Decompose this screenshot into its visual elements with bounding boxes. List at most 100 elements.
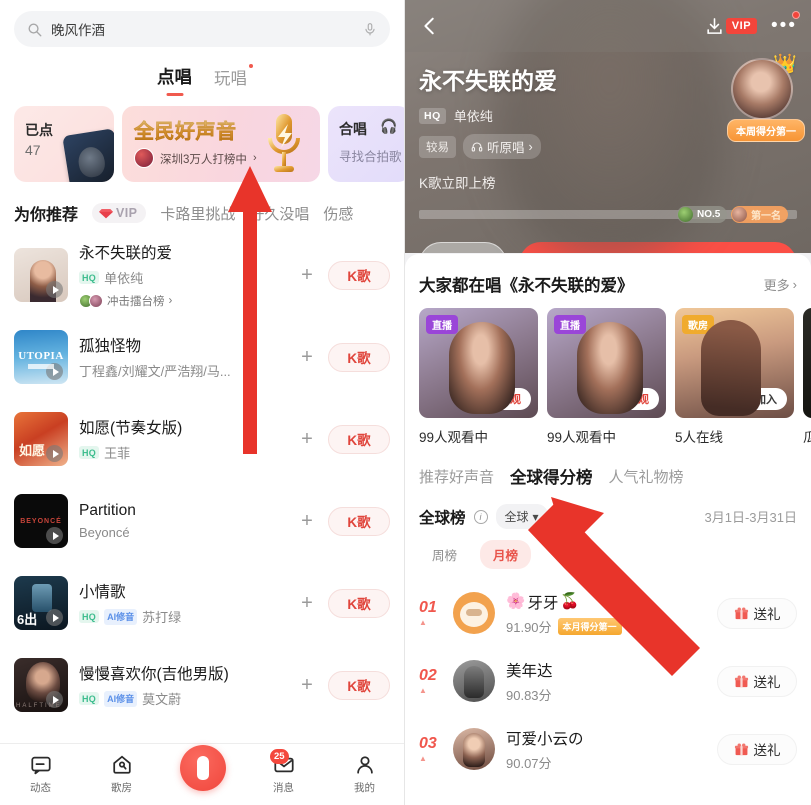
- song-row[interactable]: 如愿(节奏女版) HQ 王菲 + K歌: [0, 398, 404, 480]
- song-title: 永不失联的爱: [79, 245, 173, 262]
- info-icon[interactable]: i: [473, 509, 488, 524]
- song-row[interactable]: Partition Beyoncé + K歌: [0, 480, 404, 562]
- download-vip-button[interactable]: VIP: [705, 16, 758, 36]
- ksing-button[interactable]: K歌: [328, 670, 390, 700]
- avatar[interactable]: [453, 592, 495, 634]
- house-mic-icon: [112, 755, 131, 774]
- live-thumbnail[interactable]: 直播 围观: [419, 308, 538, 418]
- play-icon[interactable]: [46, 445, 63, 462]
- play-icon[interactable]: [46, 609, 63, 626]
- tab-label: 玩唱: [214, 70, 247, 88]
- nav-item-dynamic[interactable]: 动态: [0, 754, 81, 795]
- song-subtag[interactable]: 冲击擂台榜 ›: [79, 293, 294, 309]
- live-card[interactable]: 瓜: [803, 308, 811, 446]
- more-link[interactable]: 更多 ›: [764, 275, 797, 294]
- nav-item-sing[interactable]: [162, 744, 243, 791]
- tab-label: 点唱: [157, 67, 192, 87]
- ranking-row[interactable]: 01 ▲ 🌸 牙牙 🍒 91.90分 本月得分第一 送礼: [405, 579, 811, 647]
- chevron-right-icon: ›: [528, 139, 533, 154]
- play-icon[interactable]: [46, 363, 63, 380]
- tab-wanchang[interactable]: 玩唱: [214, 64, 253, 89]
- avatar[interactable]: [453, 728, 495, 770]
- add-song-button[interactable]: +: [294, 592, 320, 615]
- live-card[interactable]: 直播 围观 99人观看中: [547, 308, 666, 446]
- tab-popular-gift[interactable]: 人气礼物榜: [609, 466, 684, 487]
- search-input[interactable]: 晚风作酒: [51, 19, 363, 39]
- add-song-button[interactable]: +: [294, 674, 320, 697]
- add-song-button[interactable]: +: [294, 510, 320, 533]
- song-row[interactable]: 慢慢喜欢你(吉他男版) HQ AI修音 莫文蔚 + K歌: [0, 644, 404, 726]
- song-cover[interactable]: [14, 494, 68, 548]
- send-gift-button[interactable]: 送礼: [717, 733, 797, 765]
- period-weekly[interactable]: 周榜: [419, 540, 470, 569]
- top-singer-avatar[interactable]: [731, 58, 793, 120]
- ksing-button[interactable]: K歌: [328, 588, 390, 618]
- avatar: [89, 294, 103, 308]
- more-dots-icon[interactable]: •••: [771, 11, 800, 37]
- watch-button[interactable]: 围观: [489, 388, 531, 410]
- nav-item-profile[interactable]: 我的: [324, 754, 404, 795]
- category-tab-calorie[interactable]: 卡路里挑战: [160, 203, 235, 224]
- category-tab-sad[interactable]: 伤感: [323, 203, 353, 224]
- avatar: [678, 207, 693, 222]
- live-tag: 直播: [554, 315, 586, 334]
- listen-original-button[interactable]: 听原唱 ›: [463, 134, 541, 159]
- content-sheet: 大家都在唱《永不失联的爱》 更多 › 直播 围观 99人观看中 直播 围观 99…: [405, 254, 811, 805]
- category-tab-vip[interactable]: VIP: [92, 203, 147, 223]
- banner-voice-contest[interactable]: 全民好声音 深圳3万人打榜中 ›: [122, 106, 320, 182]
- ranking-row[interactable]: 02 ▲ 美年达 90.83分 送礼: [405, 647, 811, 715]
- period-toggle: 周榜 月榜: [405, 529, 811, 569]
- back-chevron-icon[interactable]: [419, 15, 441, 37]
- microphone-icon[interactable]: [363, 21, 377, 38]
- song-row[interactable]: 永不失联的爱 HQ 单依纯 冲击擂台榜 › + K歌: [0, 234, 404, 316]
- song-cover[interactable]: [14, 412, 68, 466]
- banner-contest-avatar: [134, 148, 154, 168]
- live-thumbnail[interactable]: [803, 308, 811, 418]
- join-button[interactable]: 加入: [745, 388, 787, 410]
- search-icon: [28, 23, 42, 36]
- song-row[interactable]: 小情歌 HQ AI修音 苏打绿 + K歌: [0, 562, 404, 644]
- category-tab-longtime[interactable]: 好久没唱: [249, 203, 309, 224]
- region-selector[interactable]: 全球 ▾: [495, 504, 548, 529]
- send-gift-button[interactable]: 送礼: [717, 665, 797, 697]
- add-song-button[interactable]: +: [294, 428, 320, 451]
- play-icon[interactable]: [46, 691, 63, 708]
- practice-button[interactable]: 练唱: [419, 242, 507, 253]
- download-icon[interactable]: [705, 16, 724, 36]
- add-song-button[interactable]: +: [294, 264, 320, 287]
- ksing-button[interactable]: K歌: [328, 506, 390, 536]
- period-monthly[interactable]: 月榜: [480, 540, 532, 569]
- banner-my-songs[interactable]: 已点 47: [14, 106, 114, 182]
- send-gift-button[interactable]: 送礼: [717, 597, 797, 629]
- play-icon[interactable]: [46, 527, 63, 544]
- live-thumbnail[interactable]: 直播 围观: [547, 308, 666, 418]
- ranking-row[interactable]: 03 ▲ 可爱小云の 90.07分 送礼: [405, 715, 811, 783]
- live-thumbnail[interactable]: 歌房 加入: [675, 308, 794, 418]
- tab-global-score[interactable]: 全球得分榜: [510, 464, 593, 488]
- hq-badge: HQ: [419, 107, 446, 124]
- tab-recommend-voice[interactable]: 推荐好声音: [419, 466, 494, 487]
- play-icon[interactable]: [46, 281, 63, 298]
- category-tab-recommend[interactable]: 为你推荐: [14, 201, 78, 225]
- ksing-button[interactable]: K歌: [328, 342, 390, 372]
- live-card[interactable]: 直播 围观 99人观看中: [419, 308, 538, 446]
- song-row[interactable]: 孤独怪物 丁程鑫/刘耀文/严浩翔/马... + K歌: [0, 316, 404, 398]
- mic-center-icon[interactable]: [179, 744, 226, 791]
- search-bar[interactable]: 晚风作酒: [14, 11, 390, 47]
- avatar[interactable]: [453, 660, 495, 702]
- song-cover[interactable]: [14, 330, 68, 384]
- live-caption: 瓜: [803, 430, 811, 445]
- song-cover[interactable]: [14, 576, 68, 630]
- song-cover[interactable]: [14, 248, 68, 302]
- song-artist: Beyoncé: [79, 525, 130, 540]
- tab-dianchang[interactable]: 点唱: [157, 64, 192, 96]
- banner-chorus[interactable]: 合唱 🎧 寻找合拍歌: [328, 106, 404, 182]
- ksing-button[interactable]: K歌: [328, 424, 390, 454]
- song-cover[interactable]: [14, 658, 68, 712]
- ksing-button[interactable]: K歌: [328, 260, 390, 290]
- watch-button[interactable]: 围观: [617, 388, 659, 410]
- live-card[interactable]: 歌房 加入 5人在线: [675, 308, 794, 446]
- nav-item-messages[interactable]: 25 消息: [243, 749, 324, 795]
- nav-item-songroom[interactable]: 歌房: [81, 754, 162, 795]
- add-song-button[interactable]: +: [294, 346, 320, 369]
